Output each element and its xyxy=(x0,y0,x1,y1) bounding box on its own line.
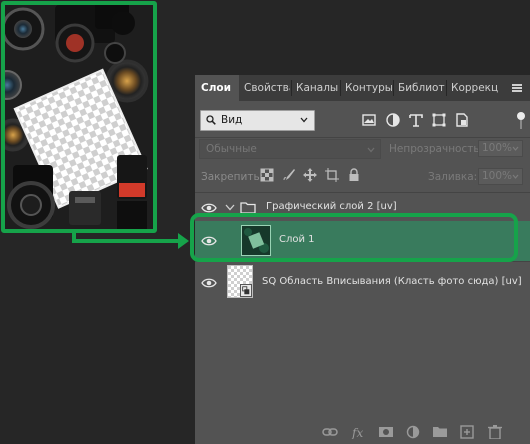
photo-preview xyxy=(1,1,157,233)
smart-object-filter-icon[interactable] xyxy=(453,111,471,129)
lock-row: Закрепить: Заливка: 100% xyxy=(195,165,530,189)
connector-line xyxy=(72,239,180,243)
filter-toggle-switch[interactable] xyxy=(517,112,525,129)
blend-mode-value: Обычные xyxy=(206,143,257,155)
selected-layer-highlight xyxy=(190,213,518,262)
fx-icon[interactable]: fx xyxy=(351,425,367,439)
opacity-label: Непрозрачность: xyxy=(389,143,484,155)
tab-paths[interactable]: Контуры xyxy=(341,75,392,101)
blend-row: Обычные Непрозрачность: 100% xyxy=(195,138,530,162)
svg-text:fx: fx xyxy=(351,426,363,439)
lock-position-icon[interactable] xyxy=(303,168,317,182)
shape-filter-icon[interactable] xyxy=(430,111,448,129)
search-icon xyxy=(206,115,216,125)
blend-mode-select[interactable]: Обычные xyxy=(199,139,381,159)
eye-icon[interactable] xyxy=(201,203,217,213)
delete-icon[interactable] xyxy=(487,425,503,439)
adjustment-filter-icon[interactable] xyxy=(384,111,402,129)
tab-channels[interactable]: Каналы xyxy=(292,75,339,101)
tab-libraries[interactable]: Библиот xyxy=(394,75,445,101)
type-filter-icon[interactable] xyxy=(407,111,425,129)
layer-filter-row: Вид xyxy=(195,103,530,137)
adjustment-layer-icon[interactable] xyxy=(405,425,421,439)
kind-filter-label: Вид xyxy=(221,114,243,126)
link-icon[interactable] xyxy=(322,425,338,439)
lock-label: Закрепить: xyxy=(201,171,264,183)
mask-icon[interactable] xyxy=(378,425,394,439)
panel-tabbar: Слои Свойства Каналы Контуры Библиот Кор… xyxy=(195,75,530,101)
lock-image-icon[interactable] xyxy=(282,168,296,182)
tab-properties[interactable]: Свойства xyxy=(240,75,290,101)
layer-name: SQ Область Вписывания (Класть фото сюда)… xyxy=(262,276,522,287)
fill-value: 100% xyxy=(482,170,513,182)
smart-object-badge-icon xyxy=(240,284,252,297)
fill-field[interactable]: 100% xyxy=(478,168,523,185)
arrow-head-icon xyxy=(178,233,189,249)
opacity-field[interactable]: 100% xyxy=(478,140,523,157)
lock-artboard-icon[interactable] xyxy=(325,168,339,182)
chevron-down-icon xyxy=(512,146,519,151)
tab-layers[interactable]: Слои xyxy=(195,75,239,101)
tab-adjustments[interactable]: Коррекц xyxy=(447,75,501,101)
eye-icon[interactable] xyxy=(201,278,217,288)
chevron-down-icon xyxy=(300,117,308,123)
chevron-down-icon[interactable] xyxy=(225,204,235,211)
opacity-value: 100% xyxy=(482,142,513,154)
layers-bottom-toolbar: fx xyxy=(195,420,530,444)
chevron-down-icon xyxy=(512,174,519,179)
fill-label: Заливка: xyxy=(428,171,478,183)
lock-all-icon[interactable] xyxy=(347,168,361,182)
panel-menu-icon[interactable] xyxy=(512,84,522,92)
kind-filter-select[interactable]: Вид xyxy=(200,110,315,131)
divider xyxy=(195,192,530,193)
image-filter-icon[interactable] xyxy=(360,111,378,129)
layer-row-smart-object[interactable]: SQ Область Вписывания (Класть фото сюда)… xyxy=(195,262,530,302)
lock-transparent-icon[interactable] xyxy=(260,168,274,182)
new-layer-icon[interactable] xyxy=(459,425,475,439)
new-group-icon[interactable] xyxy=(432,425,448,439)
layer-name: Графический слой 2 [uv] xyxy=(266,201,397,212)
chevron-down-icon xyxy=(367,147,375,153)
